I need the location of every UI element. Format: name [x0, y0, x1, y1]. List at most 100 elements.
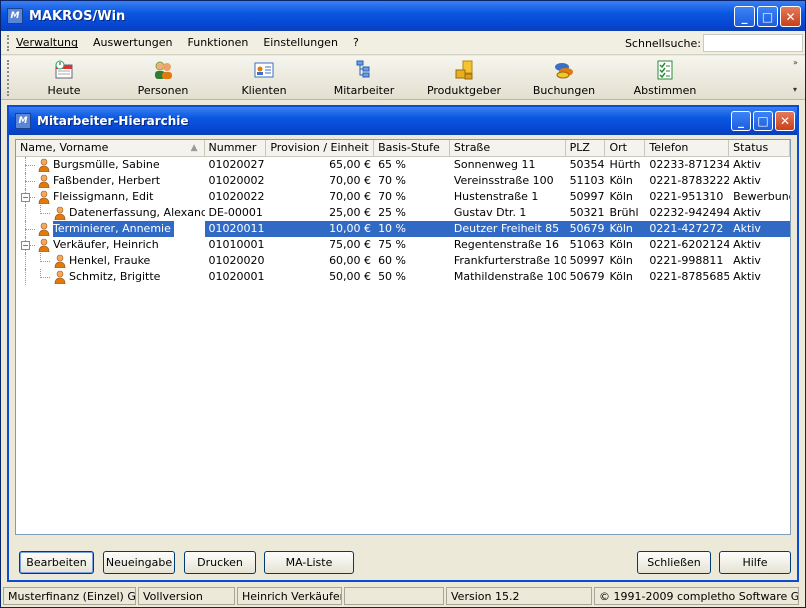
quick-search-input[interactable]: [703, 34, 803, 52]
basis-cell: 60 %: [378, 254, 407, 267]
employee-name: Faßbender, Herbert: [53, 174, 161, 187]
collapse-toggle-icon[interactable]: −: [21, 193, 30, 202]
products-icon: [455, 60, 473, 80]
close-button[interactable]: ✕: [780, 6, 801, 27]
provision-cell: 60,00 €: [329, 254, 372, 267]
toolbar-mitarbeiter-button[interactable]: Mitarbeiter: [319, 59, 409, 99]
child-close-button[interactable]: ✕: [775, 111, 795, 131]
name-cell: Terminierer, Annemie: [16, 221, 205, 237]
toolbar-produktgeber-button[interactable]: Produktgeber: [419, 59, 509, 99]
menu-auswertungen[interactable]: Auswertungen: [93, 36, 173, 49]
toolbar-personen-button[interactable]: Personen: [118, 59, 208, 99]
people-icon: [155, 61, 172, 79]
name-cell: Schmitz, Brigitte: [16, 269, 205, 285]
child-minimize-button[interactable]: _: [731, 111, 751, 131]
column-header-ort[interactable]: Ort: [605, 140, 646, 156]
toolbar-grip[interactable]: [7, 60, 9, 96]
table-row[interactable]: Schmitz, Brigitte 01020001 50,00 € 50 % Math…: [16, 269, 790, 285]
ort-cell: Köln: [609, 190, 633, 203]
column-header-provision[interactable]: Provision / Einheit: [266, 140, 375, 156]
name-cell: Datenerfassung, Alexandra: [16, 205, 205, 221]
telefon-cell: 0221-6202124: [649, 238, 730, 251]
table-row[interactable]: − Fleissigmann, Edit 01020022 70,00 € 70 % Hu…: [16, 189, 790, 205]
contact-card-icon: [254, 62, 274, 78]
hierarchy-titlebar[interactable]: M Mitarbeiter-Hierarchie _ □ ✕: [9, 107, 797, 135]
person-icon: [54, 254, 66, 268]
plz-cell: 50354: [569, 158, 605, 171]
column-header-telefon[interactable]: Telefon: [645, 140, 730, 156]
toolbar-abstimmen-button[interactable]: Abstimmen: [620, 59, 710, 99]
checklist-icon: [657, 60, 673, 80]
minimize-icon: _: [738, 114, 744, 128]
menu-verwaltung[interactable]: Verwaltung: [16, 36, 78, 49]
employee-name: Henkel, Frauke: [69, 254, 151, 267]
table-row[interactable]: Datenerfassung, Alexandra DE-00001 25,00 €…: [16, 205, 790, 221]
basis-cell: 10 %: [374, 221, 450, 237]
column-header-strasse[interactable]: Straße: [450, 140, 566, 156]
schliessen-button[interactable]: Schließen: [637, 551, 711, 574]
person-icon: [38, 238, 50, 252]
person-icon: [38, 222, 50, 236]
column-header-basis[interactable]: Basis-Stufe: [374, 140, 450, 156]
hilfe-button[interactable]: Hilfe: [719, 551, 791, 574]
status-license: Vollversion: [138, 587, 235, 605]
table-row[interactable]: Henkel, Frauke 01020020 60,00 € 60 % Frankfu…: [16, 253, 790, 269]
telefon-cell: 02232-942494: [649, 206, 730, 219]
window-logo-icon: M: [15, 113, 31, 129]
menu-grip[interactable]: [7, 34, 10, 51]
minimize-button[interactable]: _: [734, 6, 755, 27]
table-row[interactable]: − Verkäufer, Heinrich 01010001 75,00 € 75 % R…: [16, 237, 790, 253]
toolbar-klienten-button[interactable]: Klienten: [219, 59, 309, 99]
employee-tree-list[interactable]: Name, Vorname ▲ Nummer Provision / Einhei…: [15, 139, 791, 535]
status-empty: [344, 587, 444, 605]
table-row[interactable]: Faßbender, Herbert 01020002 70,00 € 70 % Ver…: [16, 173, 790, 189]
plz-cell: 50997: [569, 254, 605, 267]
ort-cell: Köln: [609, 254, 633, 267]
menu-funktionen[interactable]: Funktionen: [188, 36, 249, 49]
person-icon: [38, 174, 50, 188]
maximize-button[interactable]: □: [757, 6, 778, 27]
provision-cell: 70,00 €: [329, 190, 372, 203]
app-window: M MAKROS/Win _ □ ✕ Verwaltung Auswertung…: [0, 0, 806, 608]
minimize-icon: _: [741, 9, 748, 24]
tree-connector: −: [20, 189, 38, 205]
strasse-cell: Gustav Dtr. 1: [453, 206, 527, 219]
toolbar-overflow-icon[interactable]: » ▾: [793, 58, 803, 98]
nummer-cell: 01020027: [208, 158, 265, 171]
table-row[interactable]: Terminierer, Annemie 01020011 10,00 €10 % D…: [16, 221, 790, 237]
status-cell: Aktiv: [733, 270, 761, 283]
plz-cell: 50321: [569, 206, 605, 219]
basis-cell: 50 %: [378, 270, 407, 283]
plz-cell: 51103: [569, 174, 605, 187]
toolbar-buchungen-button[interactable]: Buchungen: [519, 59, 609, 99]
status-company: Musterfinanz (Einzel) Gmb: [3, 587, 136, 605]
table-row[interactable]: Burgsmülle, Sabine 01020027 65,00 € 65 % Son…: [16, 157, 790, 173]
column-header-nummer[interactable]: Nummer: [205, 140, 267, 156]
tree-connector: [20, 269, 54, 285]
bearbeiten-button[interactable]: Bearbeiten: [19, 551, 94, 574]
menu-einstellungen[interactable]: Einstellungen: [263, 36, 338, 49]
column-header-plz[interactable]: PLZ: [566, 140, 606, 156]
column-header-status[interactable]: Status: [729, 140, 791, 156]
telefon-cell: 0221-8785685: [649, 270, 730, 283]
menu-help[interactable]: ?: [353, 36, 359, 49]
ma-liste-button[interactable]: MA-Liste: [264, 551, 354, 574]
strasse-cell: Frankfurterstraße 101: [453, 254, 566, 267]
provision-cell: 10,00 €: [266, 221, 375, 237]
collapse-toggle-icon[interactable]: −: [21, 241, 30, 250]
status-cell: Aktiv: [733, 174, 761, 187]
person-icon: [54, 206, 66, 220]
column-header-name[interactable]: Name, Vorname ▲: [16, 140, 205, 156]
neueingabe-button[interactable]: Neueingabe: [103, 551, 175, 574]
ort-cell: Köln: [605, 221, 646, 237]
child-maximize-button[interactable]: □: [753, 111, 773, 131]
name-cell: − Fleissigmann, Edit: [16, 189, 205, 205]
app-titlebar[interactable]: M MAKROS/Win _ □ ✕: [1, 1, 805, 31]
drucken-button[interactable]: Drucken: [184, 551, 256, 574]
hierarchy-window: M Mitarbeiter-Hierarchie _ □ ✕ Name, Vor…: [7, 105, 799, 582]
hierarchy-icon: [356, 60, 370, 78]
person-icon: [38, 190, 50, 204]
toolbar-buchungen-label: Buchungen: [532, 84, 596, 97]
tree-connector: [20, 157, 38, 173]
toolbar-heute-button[interactable]: Heute: [19, 59, 109, 99]
